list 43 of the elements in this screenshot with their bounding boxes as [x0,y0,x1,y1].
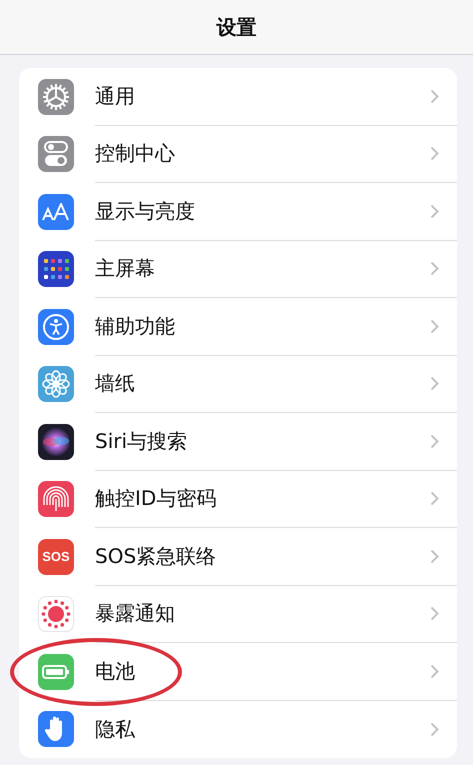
chevron-icon [430,376,439,392]
chevron-icon [430,606,439,622]
text-size-icon [42,202,70,221]
settings-row[interactable]: 暴露通知 [95,586,457,643]
app-grid-icon [42,257,70,282]
row-label: 辅助功能 [95,312,175,340]
chevron-icon [430,318,439,334]
chevron-icon [430,664,439,679]
fingerprint-icon [43,485,69,514]
row-label: 显示与亮度 [95,198,195,225]
settings-row[interactable]: SOS紧急联络 [95,528,457,586]
chevron-icon [430,88,439,104]
chevron-icon [430,261,439,276]
settings-row[interactable]: Siri与搜索 [95,413,457,470]
chevron-icon [430,722,439,737]
chevron-icon [430,548,439,564]
row-label: 隐私 [95,716,135,743]
row-label: SOS紧急联络 [95,542,216,570]
settings-row[interactable]: 电池 [95,643,457,700]
row-label: Siri与搜索 [95,428,188,455]
settings-row[interactable]: 控制中心 [95,126,457,183]
row-label: 墙纸 [95,370,135,398]
row-label: 通用 [95,82,135,110]
row-label: 触控ID与密码 [95,485,216,512]
settings-row[interactable]: 通用 [95,68,457,126]
row-label: 控制中心 [95,140,175,168]
battery-icon [42,664,70,679]
sos-icon-text: SOS [42,549,70,564]
settings-row[interactable]: 触控ID与密码 [95,470,457,528]
chevron-icon [430,146,439,162]
chevron-icon [430,204,439,219]
chevron-icon [430,491,439,506]
row-label: 电池 [95,658,135,685]
settings-row[interactable]: 辅助功能 [95,298,457,356]
row-label: 暴露通知 [95,600,175,628]
page-title: 设置 [216,14,256,40]
settings-row[interactable]: 墙纸 [95,356,457,413]
settings-row[interactable]: 主屏幕 [95,240,457,298]
settings-row[interactable]: 隐私 [95,700,457,758]
settings-row[interactable]: 显示与亮度 [95,183,457,240]
row-label: 主屏幕 [95,255,155,282]
toggles-icon [44,141,68,168]
chevron-icon [430,434,439,449]
